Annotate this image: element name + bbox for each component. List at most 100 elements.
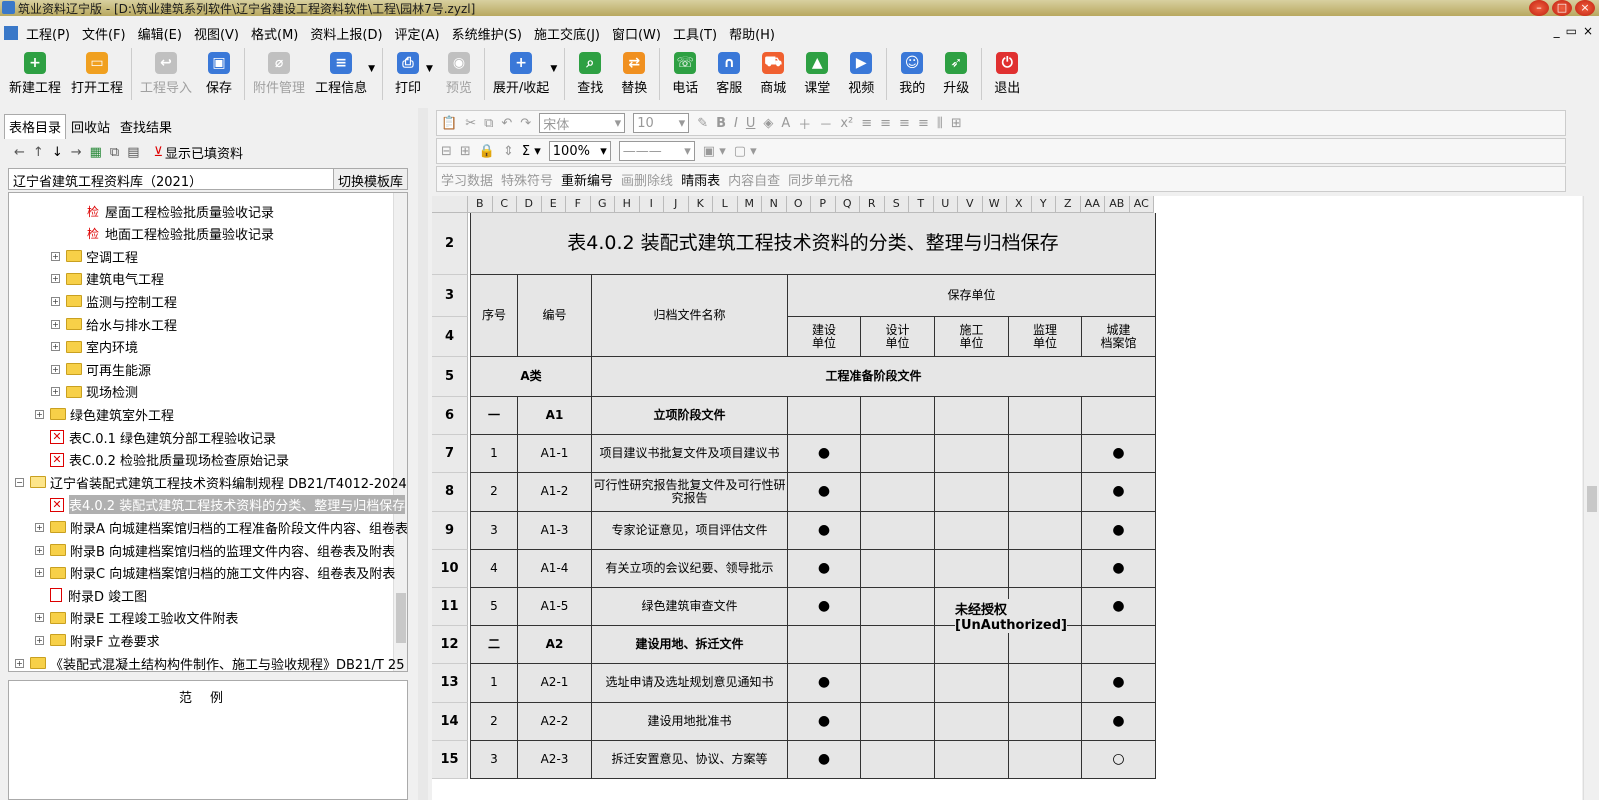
expand-toggle-icon[interactable]: + (51, 364, 60, 374)
toolbar-expand-button[interactable]: + 展开/收起 (488, 44, 554, 96)
row-header[interactable]: 14 (432, 702, 468, 741)
dropdown-arrow-icon[interactable]: ▼ (426, 64, 433, 74)
row-mark[interactable] (861, 397, 935, 436)
column-header-cell[interactable]: J (664, 196, 689, 212)
row-name[interactable]: 建设用地、拆迁文件 (592, 626, 788, 665)
toolbar-attach-button[interactable]: ⌀ 附件管理 (248, 44, 310, 96)
copy-table-icon[interactable]: ⧉ (110, 145, 119, 160)
tree-node[interactable]: + 附录F 立卷要求 (35, 630, 160, 650)
back-arrow-icon[interactable]: ← (14, 145, 25, 160)
sheet-scrollbar[interactable] (1583, 196, 1599, 800)
toolbar-search-button[interactable]: ⌕ 查找 (568, 44, 612, 96)
row-code[interactable]: A1-5 (518, 588, 592, 627)
tree-node[interactable]: ✕ 表4.0.2 装配式建筑工程技术资料的分类、整理与归档保存 (35, 495, 406, 515)
expand-toggle-icon[interactable]: + (51, 274, 60, 284)
row-mark[interactable]: ● (788, 702, 861, 741)
tree-node[interactable]: + 给水与排水工程 (51, 314, 177, 334)
tree-node[interactable]: + 空调工程 (51, 246, 138, 266)
row-code[interactable]: A2-1 (518, 664, 592, 703)
toolbar-eye-button[interactable]: ◉ 预览 (437, 44, 481, 96)
align-center-icon[interactable]: ≡ (880, 116, 891, 131)
tree-node[interactable]: + 现场检测 (51, 382, 138, 402)
tree-node[interactable]: ✕ 表C.0.2 检验批质量现场检查原始记录 (35, 450, 289, 470)
tree-node[interactable]: + 可再生能源 (51, 359, 151, 379)
learn-data-button[interactable]: 学习数据 (441, 170, 493, 189)
tree-node[interactable]: + 《装配式混凝土结构构件制作、施工与验收规程》DB21/T 25 (15, 653, 404, 671)
expand-toggle-icon[interactable]: + (51, 251, 60, 261)
plus-icon[interactable]: ＋ (798, 114, 811, 133)
header-unit-col[interactable]: 建设 单位 (788, 317, 861, 357)
menu-item[interactable]: 系统维护(S) (446, 24, 528, 43)
column-header-cell[interactable]: G (591, 196, 615, 212)
column-header-cell[interactable]: Y (1032, 196, 1056, 212)
column-header-cell[interactable]: Q (836, 196, 860, 212)
redo-icon[interactable]: ↷ (520, 116, 531, 131)
column-header-cell[interactable]: N (762, 196, 787, 212)
row-mark[interactable]: ○ (1082, 740, 1156, 779)
row-seq[interactable]: 2 (470, 702, 518, 741)
menu-item[interactable]: 窗口(W) (606, 24, 667, 43)
zoom-select[interactable]: 100% ▾ (548, 141, 611, 161)
mdi-minimize-icon[interactable]: _ (1554, 24, 1560, 38)
row-mark[interactable] (1009, 397, 1082, 436)
row-header[interactable]: 10 (432, 549, 468, 588)
insert-col-icon[interactable]: ⊞ (460, 144, 471, 159)
row-mark[interactable] (861, 549, 935, 588)
row-header[interactable]: 13 (432, 664, 468, 703)
row-mark[interactable] (935, 740, 1009, 779)
border-icon[interactable]: ▣ ▾ (703, 144, 726, 159)
row-mark[interactable] (935, 397, 1009, 436)
tree-node[interactable]: + 附录B 向城建档案馆归档的监理文件内容、组卷表及附表 (35, 540, 395, 560)
filter-icon[interactable]: ⊻ (154, 145, 164, 160)
close-button[interactable]: × (1575, 0, 1595, 16)
tree-node[interactable]: 附录D 竣工图 (35, 585, 147, 605)
row-mark[interactable] (1082, 397, 1156, 436)
row-header[interactable]: 4 (432, 317, 468, 357)
row-seq[interactable]: 1 (470, 664, 518, 703)
row-mark[interactable] (861, 435, 935, 474)
tree-node[interactable]: + 室内环境 (51, 337, 138, 357)
expand-toggle-icon[interactable]: + (35, 568, 44, 578)
header-unit-col[interactable]: 设计 单位 (861, 317, 935, 357)
row-mark[interactable] (1009, 702, 1082, 741)
toolbar-folder-button[interactable]: ▭ 打开工程 (66, 44, 128, 96)
strikethrough-button[interactable]: 画删除线 (621, 170, 673, 189)
special-symbol-button[interactable]: 特殊符号 (501, 170, 553, 189)
column-header-cell[interactable]: P (811, 196, 836, 212)
column-header-cell[interactable]: H (615, 196, 640, 212)
tree-node[interactable]: + 附录C 向城建档案馆归档的施工文件内容、组卷表及附表 (35, 563, 395, 583)
row-code[interactable]: A2 (518, 626, 592, 665)
row-mark[interactable] (861, 702, 935, 741)
row-mark[interactable]: ● (788, 664, 861, 703)
expand-toggle-icon[interactable]: + (35, 522, 44, 532)
tab-catalog[interactable]: 表格目录 (4, 114, 67, 139)
forward-arrow-icon[interactable]: → (71, 145, 82, 160)
row-mark[interactable]: ● (1082, 473, 1156, 512)
row-mark[interactable]: ● (788, 435, 861, 474)
header-unit-col[interactable]: 施工 单位 (935, 317, 1009, 357)
row-mark[interactable] (935, 702, 1009, 741)
row-mark[interactable]: ● (788, 473, 861, 512)
row-mark[interactable]: ● (1082, 435, 1156, 474)
bold-icon[interactable]: B (716, 116, 726, 131)
toolbar-import-button[interactable]: ↩ 工程导入 (135, 44, 197, 96)
toolbar-replace-button[interactable]: ⇄ 替换 (612, 44, 656, 96)
down-arrow-icon[interactable]: ↓ (52, 145, 63, 160)
add-table-icon[interactable]: ▦ (90, 145, 102, 160)
row-mark[interactable]: ● (788, 511, 861, 550)
column-header-cell[interactable]: I (640, 196, 664, 212)
tree-node[interactable]: + 建筑电气工程 (51, 269, 164, 289)
switch-library-button[interactable]: 切换模板库 (333, 169, 407, 190)
tree-node[interactable]: + 附录E 工程竣工验收文件附表 (35, 608, 238, 628)
toolbar-class-button[interactable]: ▲ 课堂 (795, 44, 839, 96)
header-seq[interactable]: 序号 (470, 275, 518, 357)
show-filled-label[interactable]: 显示已填资料 (165, 143, 243, 162)
row-mark[interactable] (788, 397, 861, 436)
menu-item[interactable]: 资料上报(D) (304, 24, 388, 43)
column-header-cell[interactable]: V (958, 196, 983, 212)
insert-row-icon[interactable]: ⊟ (441, 144, 452, 159)
row-header[interactable]: 7 (432, 435, 468, 474)
column-header-cell[interactable]: W (983, 196, 1007, 212)
row-header[interactable]: 15 (432, 740, 468, 779)
paste-icon[interactable]: 📋 (441, 116, 457, 131)
